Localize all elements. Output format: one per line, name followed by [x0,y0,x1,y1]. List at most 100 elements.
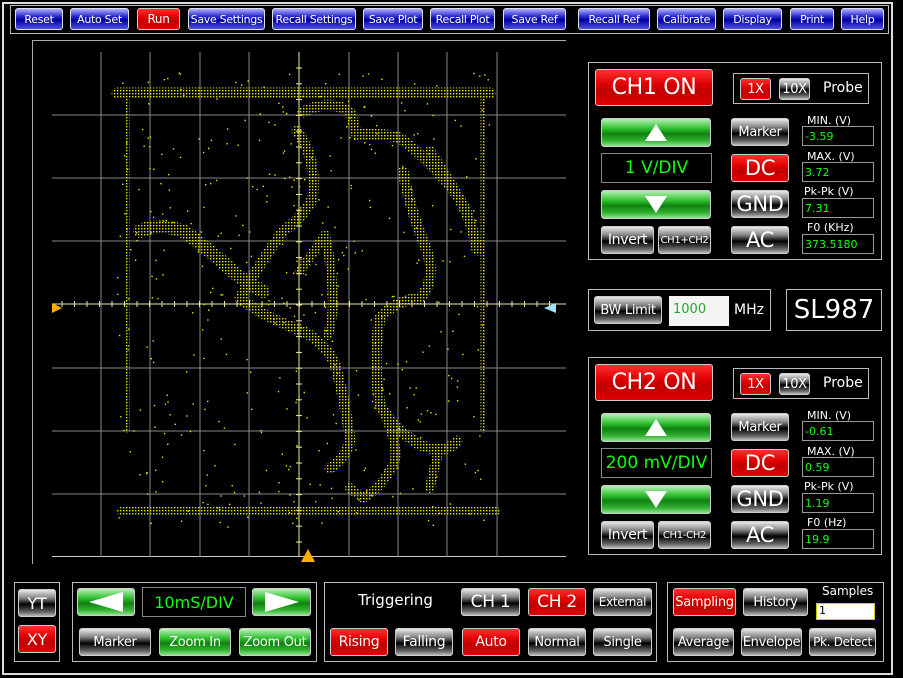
noise-dot [417,133,419,135]
ch1-volts-up-button[interactable] [601,118,711,147]
noise-dot [473,210,475,212]
noise-dot [168,173,170,176]
noise-dot [162,220,165,222]
ch2-volts-up-button[interactable] [601,413,711,442]
noise-dot [288,323,290,326]
noise-dot [214,465,216,467]
ch1-pkpk-value: 7.31 [802,198,874,218]
timebase-decrease-button[interactable] [77,588,135,616]
noise-dot [192,403,194,405]
noise-dot [321,294,323,296]
noise-dot [207,319,209,321]
noise-dot [371,400,374,403]
ch1-probe-10x-button[interactable]: 10X [779,78,810,100]
noise-dot [244,119,246,122]
noise-dot [172,221,174,224]
noise-dot [282,106,284,108]
noise-dot [318,450,320,452]
noise-dot [406,407,408,409]
noise-dot [183,94,185,97]
noise-dot [193,354,195,356]
noise-dot [187,510,189,512]
noise-dot [449,503,451,505]
ch1-pkpk-label: Pk-Pk (V) [804,185,854,198]
noise-dot [432,524,434,526]
ch1-marker-button[interactable]: Marker [731,118,789,146]
average-button[interactable]: Average [673,628,734,656]
trigger-auto-button[interactable]: Auto [462,628,520,656]
ch2-ac-button[interactable]: AC [731,521,789,549]
bw-input[interactable]: 1000 [669,296,729,326]
ch1-probe-1x-button[interactable]: 1X [740,78,771,100]
samples-input[interactable]: 1 [816,603,875,620]
noise-dot [159,221,161,223]
ch2-f0-value: 19.9 [802,529,874,549]
ch1-invert-button[interactable]: Invert [601,226,654,254]
noise-dot [238,234,240,237]
yt-mode-button[interactable]: YT [18,589,56,617]
noise-dot [231,485,233,487]
ch2-pkpk-value: 1.19 [802,493,874,513]
noise-dot [189,430,192,433]
timebase-display: 10mS/DIV [142,587,246,617]
noise-dot [284,177,286,180]
ch2-probe-1x-button[interactable]: 1X [740,373,771,395]
ch2-math-button[interactable]: CH1-CH2 [658,521,711,549]
noise-dot [370,494,373,497]
noise-dot [432,114,434,117]
zoom-in-button[interactable]: Zoom In [159,628,231,656]
noise-dot [251,408,253,411]
envelope-button[interactable]: Envelope [741,628,802,656]
noise-dot [246,177,248,179]
noise-dot [206,474,208,476]
noise-dot [354,138,356,140]
ch1-f0-value: 373.5180 [802,234,874,254]
noise-dot [219,509,221,511]
ch2-on-button[interactable]: CH2 ON [595,364,713,401]
noise-dot [438,301,440,304]
noise-dot [141,128,144,131]
sampling-button[interactable]: Sampling [673,588,736,616]
ch2-probe-10x-button[interactable]: 10X [779,373,810,395]
timebase-increase-button[interactable] [252,588,311,616]
bw-limit-button[interactable]: BW Limit [594,296,662,324]
trigger-ch1-button[interactable]: CH 1 [461,588,520,616]
trigger-rising-button[interactable]: Rising [330,628,388,656]
history-button[interactable]: History [743,588,808,616]
ch1-math-button[interactable]: CH1+CH2 [658,226,711,254]
noise-dot [460,125,462,127]
ch2-dc-button[interactable]: DC [731,449,789,477]
left-arrow-icon [89,592,123,612]
ch2-invert-button[interactable]: Invert [601,521,654,549]
noise-dot [274,174,276,176]
trigger-falling-button[interactable]: Falling [395,628,453,656]
zoom-out-button[interactable]: Zoom Out [239,628,311,656]
ch1-volts-down-button[interactable] [601,190,711,219]
noise-dot [162,213,164,215]
ch2-marker-button[interactable]: Marker [731,413,789,441]
noise-dot [384,468,386,471]
noise-dot [246,261,248,264]
noise-dot [205,184,207,186]
trigger-ch2-button[interactable]: CH 2 [528,588,586,616]
trigger-single-button[interactable]: Single [593,628,652,656]
trigger-external-button[interactable]: External [593,588,652,616]
noise-dot [427,519,430,522]
noise-dot [425,264,428,266]
ch2-gnd-button[interactable]: GND [731,485,789,513]
ch1-ac-button[interactable]: AC [731,226,789,254]
noise-dot [448,374,450,377]
noise-dot [205,485,207,487]
noise-dot [422,351,424,353]
ch1-dc-button[interactable]: DC [731,154,789,182]
xy-mode-button[interactable]: XY [18,625,56,653]
trigger-normal-button[interactable]: Normal [528,628,586,656]
ch2-volts-down-button[interactable] [601,485,711,514]
noise-dot [418,259,420,261]
time-marker-button[interactable]: Marker [79,628,151,656]
ch1-gnd-button[interactable]: GND [731,190,789,218]
pk-detect-button[interactable]: Pk. Detect [809,628,876,656]
ch1-on-button[interactable]: CH1 ON [595,69,713,106]
noise-dot [381,387,384,389]
noise-dot [340,137,342,139]
